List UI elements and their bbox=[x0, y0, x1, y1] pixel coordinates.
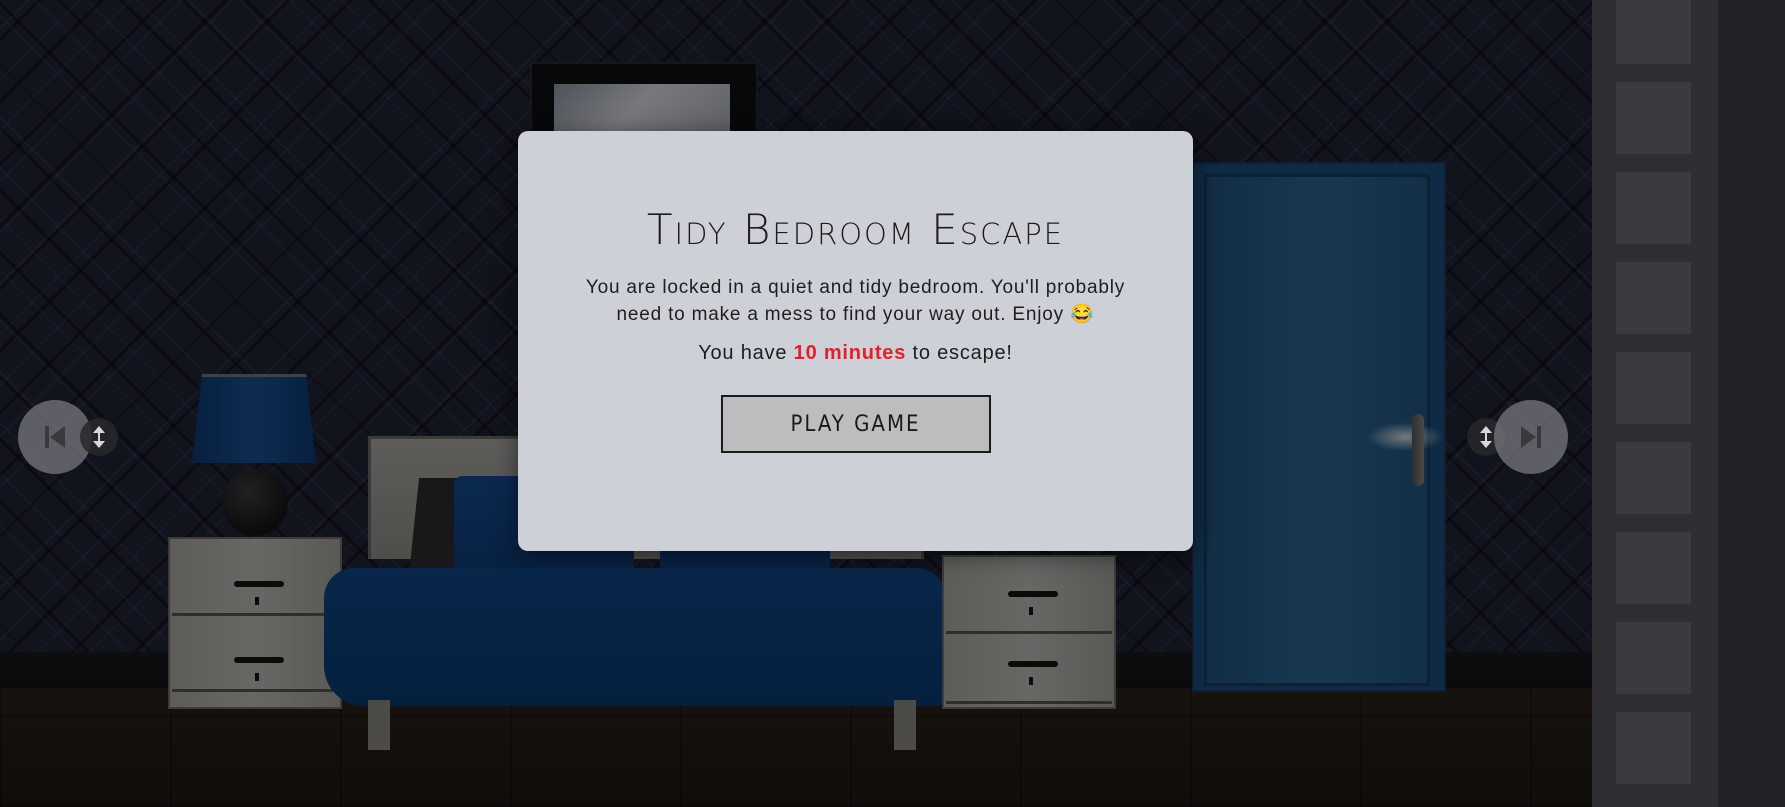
timer-suffix: to escape! bbox=[912, 342, 1013, 364]
inventory-slot[interactable] bbox=[1616, 712, 1691, 784]
inventory-slot[interactable] bbox=[1616, 352, 1691, 424]
drag-handle-left[interactable] bbox=[80, 418, 118, 456]
inventory-slot[interactable] bbox=[1616, 82, 1691, 154]
inventory-edge bbox=[1718, 0, 1785, 807]
timer-value: 10 minutes bbox=[793, 342, 907, 364]
modal-title: Tidy Bedroom Escape bbox=[646, 205, 1065, 254]
inventory-slot[interactable] bbox=[1616, 442, 1691, 514]
vertical-arrows-icon bbox=[93, 426, 105, 448]
description-text: You are locked in a quiet and tidy bedro… bbox=[585, 277, 1126, 325]
inventory-slot[interactable] bbox=[1616, 0, 1691, 64]
modal-description: You are locked in a quiet and tidy bedro… bbox=[586, 274, 1126, 328]
play-game-button[interactable]: PLAY GAME bbox=[720, 395, 991, 453]
inventory-slot[interactable] bbox=[1616, 262, 1691, 334]
inventory-slot[interactable] bbox=[1616, 622, 1691, 694]
laughing-emoji: 😂 bbox=[1070, 304, 1095, 325]
skip-previous-icon bbox=[45, 426, 65, 448]
vertical-arrows-icon bbox=[1480, 426, 1492, 448]
next-view-button[interactable] bbox=[1494, 400, 1568, 474]
intro-modal: Tidy Bedroom Escape You are locked in a … bbox=[518, 131, 1193, 551]
game-scene: Tidy Bedroom Escape You are locked in a … bbox=[0, 0, 1592, 807]
skip-next-icon bbox=[1521, 426, 1541, 448]
inventory-slot[interactable] bbox=[1616, 532, 1691, 604]
timer-prefix: You have bbox=[698, 342, 788, 364]
inventory-sidebar bbox=[1592, 0, 1718, 807]
inventory-slot[interactable] bbox=[1616, 172, 1691, 244]
timer-message: You have 10 minutes to escape! bbox=[518, 342, 1193, 365]
